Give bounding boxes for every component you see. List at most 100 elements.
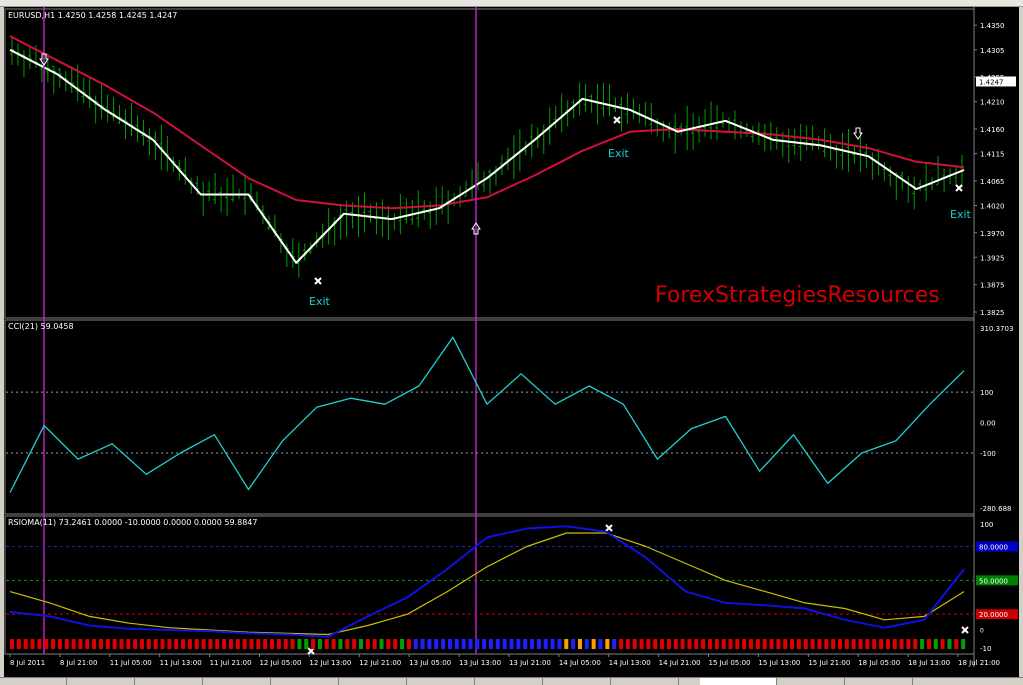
trend-histogram-bar [126, 638, 131, 649]
time-tick-label: 8 Jul 2011 [10, 659, 45, 667]
rsioma-tick-label: -10 [980, 645, 991, 653]
main-panel-label: EURUSD,H1 1.4250 1.4258 1.4245 1.4247 [8, 11, 178, 20]
trend-histogram-bar [571, 638, 576, 649]
price-tick-label: 1.4305 [980, 47, 1005, 55]
trend-histogram-bar [352, 638, 357, 649]
trend-histogram-bar [71, 638, 76, 649]
trend-histogram-bar [653, 638, 658, 649]
time-tick-label: 8 Jul 21:00 [60, 659, 98, 667]
trend-histogram-bar [133, 638, 138, 649]
panel-border [4, 8, 975, 319]
trend-histogram-bar [742, 638, 747, 649]
trend-histogram-bar [160, 638, 165, 649]
trend-histogram-bar [926, 638, 931, 649]
trend-histogram-bar [899, 638, 904, 649]
price-tick-label: 1.3925 [980, 254, 1005, 262]
trend-histogram-bar [365, 638, 370, 649]
trend-histogram-bar [413, 638, 418, 649]
trend-histogram-bar [201, 638, 206, 649]
time-tick-label: 11 Jul 05:00 [110, 659, 152, 667]
fast-ma-line [9, 48, 965, 264]
trend-histogram-bar [140, 638, 145, 649]
trend-histogram-bar [530, 638, 535, 649]
trend-histogram-bar [64, 638, 69, 649]
trend-histogram-bar [502, 638, 507, 649]
trend-histogram-bar [222, 638, 227, 649]
trend-histogram-bar [420, 638, 425, 649]
trend-histogram-bar [947, 638, 952, 649]
cci-tick-label: -100 [980, 450, 996, 458]
trend-histogram-bar [906, 638, 911, 649]
trend-histogram-bar [37, 638, 42, 649]
price-tick-label: 1.3825 [980, 309, 1005, 317]
trend-histogram-bar [338, 638, 343, 649]
trend-histogram-bar [119, 638, 124, 649]
trend-histogram-bar [187, 638, 192, 649]
trend-histogram-bar [577, 638, 582, 649]
exit-x-icon [314, 277, 322, 285]
price-tick-label: 1.4160 [980, 126, 1005, 134]
slow-ma-line [9, 35, 965, 210]
chart-svg: 1.43501.43051.42551.42101.41601.41151.40… [4, 7, 1018, 667]
trend-histogram-bar [735, 638, 740, 649]
trend-histogram-bar [721, 638, 726, 649]
time-tick-label: 11 Jul 21:00 [210, 659, 252, 667]
trend-histogram-bar [153, 638, 158, 649]
trend-histogram-bar [372, 638, 377, 649]
trend-histogram-bar [228, 638, 233, 649]
panel-border [4, 319, 975, 515]
trend-histogram-bar [879, 638, 884, 649]
trend-histogram-bar [400, 638, 405, 649]
rsioma-tick-label: 100 [980, 521, 993, 529]
trend-histogram-bar [536, 638, 541, 649]
trend-histogram-bar [78, 638, 83, 649]
price-tick-label: 1.3875 [980, 282, 1005, 290]
trend-histogram-bar [146, 638, 151, 649]
trend-histogram-bar [639, 638, 644, 649]
trend-histogram-bar [98, 638, 103, 649]
price-tick-label: 1.4210 [980, 99, 1005, 107]
toolbar-strip [0, 0, 1023, 7]
trend-histogram-bar [584, 638, 589, 649]
trend-histogram-bar [434, 638, 439, 649]
trend-histogram-bar [776, 638, 781, 649]
rsioma-level-badge-label: 20.0000 [979, 611, 1008, 619]
trend-histogram-bar [701, 638, 706, 649]
watermark-text: ForexStrategiesResources [655, 283, 940, 308]
trend-histogram-bar [516, 638, 521, 649]
trend-histogram-bar [564, 638, 569, 649]
exit-x-icon [613, 116, 621, 124]
trend-histogram-bar [892, 638, 897, 649]
exit-label: Exit [608, 147, 630, 160]
time-tick-label: 15 Jul 05:00 [709, 659, 751, 667]
time-tick-label: 12 Jul 21:00 [359, 659, 401, 667]
trend-histogram-bar [283, 638, 288, 649]
time-tick-label: 12 Jul 05:00 [259, 659, 301, 667]
chart-area[interactable]: 1.43501.43051.42551.42101.41601.41151.40… [4, 7, 1019, 677]
trend-histogram-bar [44, 638, 49, 649]
trend-histogram-bar [612, 638, 617, 649]
cci-tick-label: 310.3703 [980, 325, 1013, 333]
trend-histogram-bar [112, 638, 117, 649]
trend-histogram-bar [625, 638, 630, 649]
trend-histogram-bar [290, 638, 295, 649]
trend-histogram-bar [851, 638, 856, 649]
trend-histogram-bar [598, 638, 603, 649]
trend-histogram-bar [646, 638, 651, 649]
trend-histogram-bar [619, 638, 624, 649]
trend-histogram-bar [803, 638, 808, 649]
trend-histogram-bar [591, 638, 596, 649]
rsioma-signal-line [9, 532, 965, 636]
trend-histogram-bar [509, 638, 514, 649]
trend-histogram-bar [358, 638, 363, 649]
rsioma-tick-label: 0 [980, 628, 984, 635]
rsioma-level-badge-label: 80.0000 [979, 544, 1008, 552]
trend-histogram-bar [605, 638, 610, 649]
trend-histogram-bar [810, 638, 815, 649]
trend-histogram-bar [749, 638, 754, 649]
time-tick-label: 13 Jul 05:00 [409, 659, 451, 667]
trend-histogram-bar [680, 638, 685, 649]
trend-histogram-bar [831, 638, 836, 649]
trend-histogram-bar [817, 638, 822, 649]
price-tick-label: 1.4020 [980, 202, 1005, 210]
